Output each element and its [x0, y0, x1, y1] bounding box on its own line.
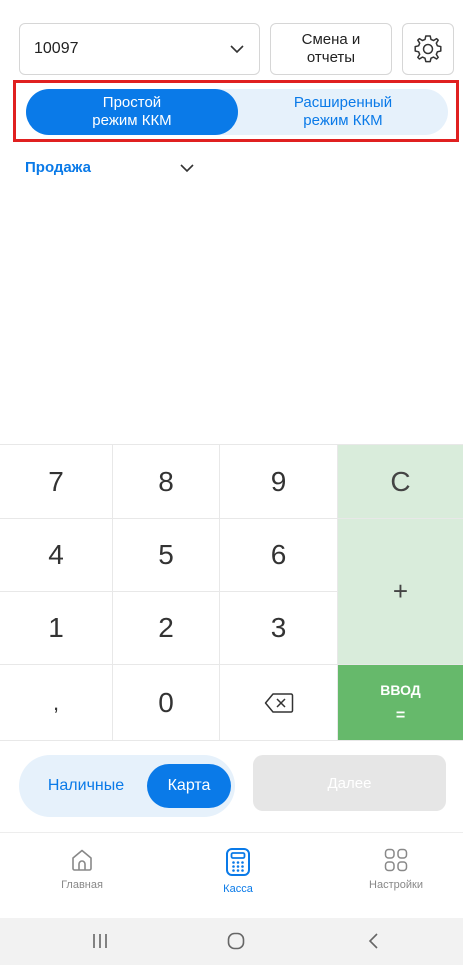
- backspace-icon: [264, 692, 293, 713]
- key-7[interactable]: 7: [0, 445, 113, 519]
- calculator-icon: [226, 848, 250, 876]
- system-nav-bar: [0, 918, 463, 965]
- key-6[interactable]: 6: [220, 519, 338, 592]
- card-option[interactable]: Карта: [147, 764, 231, 808]
- nav-item-home[interactable]: Главная: [27, 847, 137, 891]
- simple-mode-tab[interactable]: Простой режим ККМ: [26, 89, 238, 135]
- recent-apps-icon: [93, 934, 107, 948]
- nav-item-cashier[interactable]: Касса: [183, 847, 293, 895]
- recent-apps-button[interactable]: [88, 930, 112, 952]
- next-button[interactable]: Далее: [253, 755, 446, 811]
- shift-reports-button[interactable]: Смена и отчеты: [270, 23, 392, 75]
- key-0[interactable]: 0: [113, 665, 220, 741]
- nav-label-home: Главная: [61, 879, 103, 891]
- home-button-icon: [227, 932, 245, 950]
- key-enter[interactable]: ВВОД =: [338, 665, 463, 741]
- enter-label: ВВОД: [380, 681, 421, 698]
- nav-label-cashier: Касса: [223, 883, 253, 895]
- terminal-value: 10097: [34, 40, 79, 57]
- chevron-down-icon: [180, 164, 194, 173]
- bottom-nav: Главная Касса Настройки: [0, 832, 463, 918]
- key-9[interactable]: 9: [220, 445, 338, 519]
- nav-item-settings[interactable]: Настройки: [341, 847, 451, 891]
- settings-button[interactable]: [402, 23, 454, 75]
- key-2[interactable]: 2: [113, 592, 220, 665]
- grid-icon: [384, 848, 408, 872]
- key-3[interactable]: 3: [220, 592, 338, 665]
- chevron-down-icon: [230, 45, 244, 54]
- mode-switch: Простой режим ККМ Расширенный режим ККМ: [26, 89, 448, 135]
- key-8[interactable]: 8: [113, 445, 220, 519]
- key-4[interactable]: 4: [0, 519, 113, 592]
- gear-icon: [414, 35, 442, 63]
- key-comma[interactable]: ,: [0, 665, 113, 741]
- key-backspace[interactable]: [220, 665, 338, 741]
- back-icon: [368, 933, 378, 949]
- home-system-button[interactable]: [224, 930, 248, 952]
- keypad: 7 8 9 C 4 5 6 + 1 2 3 , 0 ВВОД =: [0, 444, 463, 741]
- terminal-select[interactable]: 10097: [19, 23, 260, 75]
- key-1[interactable]: 1: [0, 592, 113, 665]
- enter-equals: =: [395, 706, 406, 724]
- key-5[interactable]: 5: [113, 519, 220, 592]
- extended-mode-tab[interactable]: Расширенный режим ККМ: [238, 89, 448, 135]
- home-icon: [72, 849, 92, 871]
- back-button[interactable]: [362, 930, 386, 952]
- key-clear[interactable]: C: [338, 445, 463, 519]
- cash-option[interactable]: Наличные: [31, 755, 141, 817]
- key-plus[interactable]: +: [338, 519, 463, 665]
- nav-label-settings: Настройки: [369, 879, 423, 891]
- payment-method-switch: Наличные Карта: [19, 755, 235, 817]
- operation-type-label: Продажа: [25, 159, 91, 176]
- operation-type-select[interactable]: Продажа: [25, 159, 194, 176]
